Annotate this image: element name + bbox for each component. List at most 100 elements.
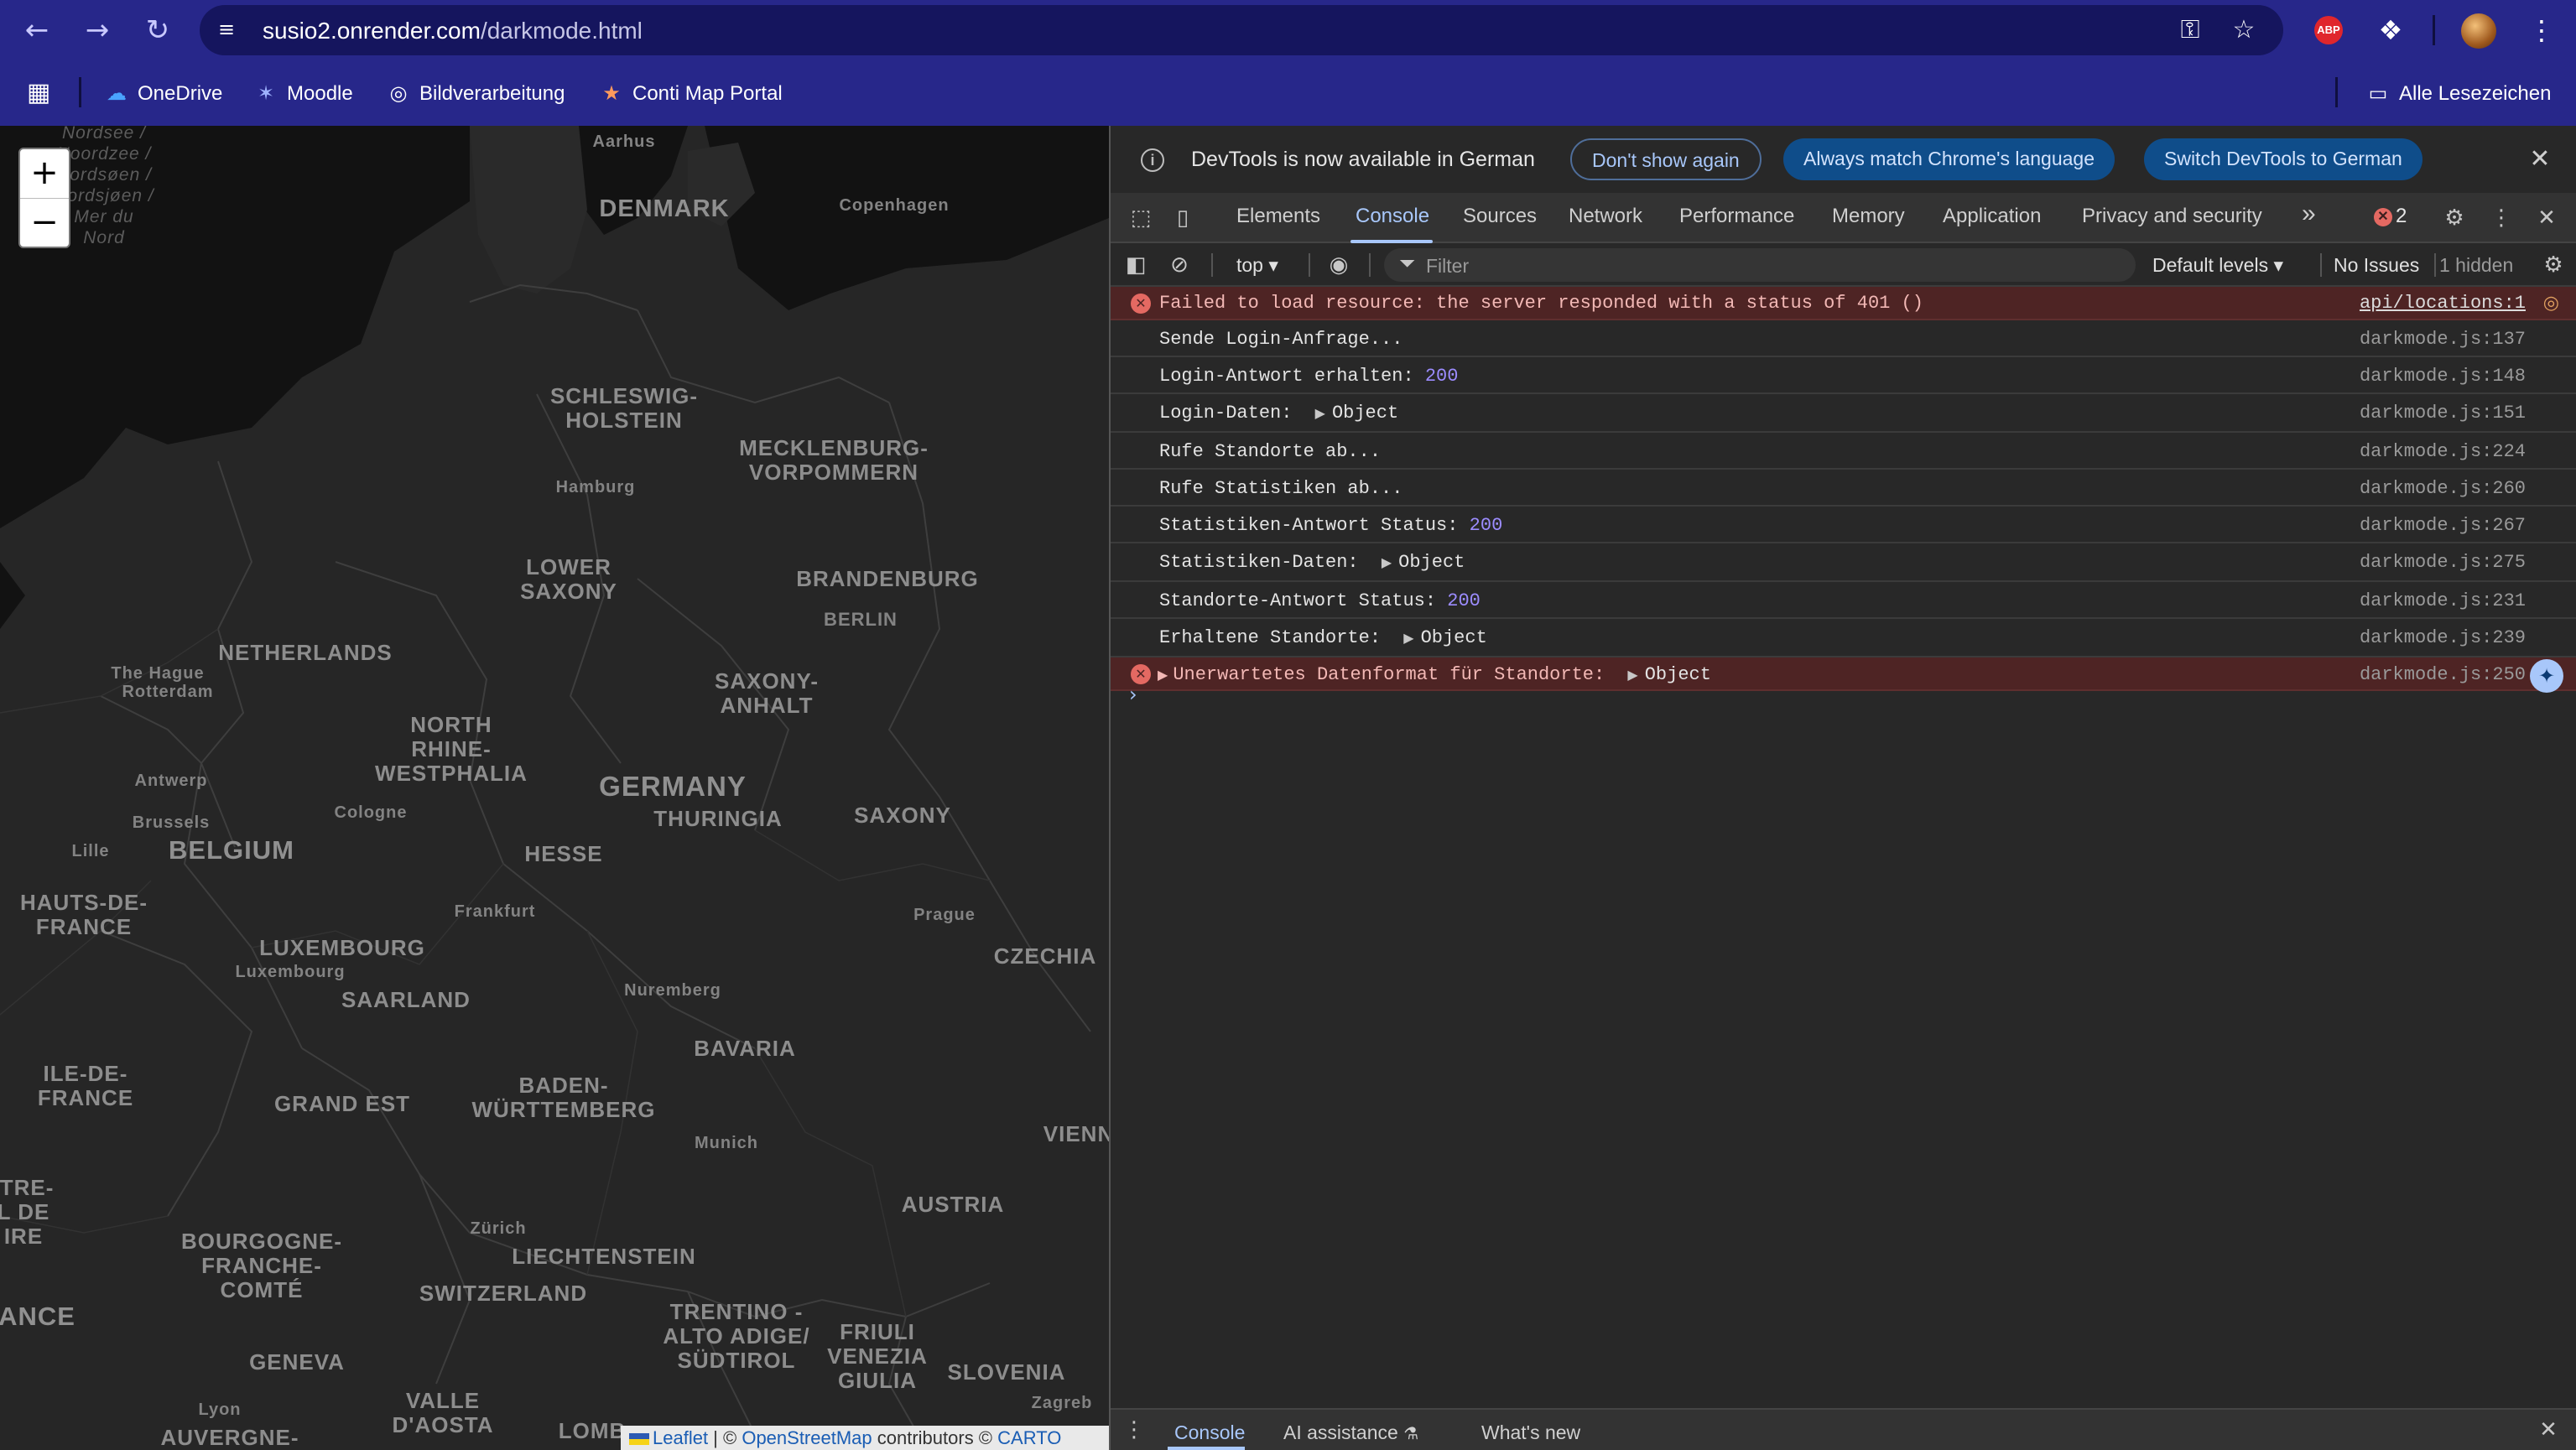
map-city-berlin: BERLIN (824, 609, 898, 630)
drawer-menu-icon[interactable]: ⋮ (1119, 1415, 1149, 1445)
reload-icon[interactable]: ↻ (139, 12, 176, 49)
context-selector[interactable]: top ▾ (1236, 254, 1278, 277)
tab-elements[interactable]: Elements (1236, 205, 1320, 228)
tab-performance[interactable]: Performance (1679, 205, 1794, 228)
console-message: ▶ Unerwartetes Datenformat für Standorte:… (1158, 664, 1711, 685)
console-row[interactable]: Erhaltene Standorte: ▶ Object darkmode.js… (1111, 619, 2576, 657)
drawer-tab-console[interactable]: Console (1174, 1421, 1245, 1444)
tab-sources[interactable]: Sources (1463, 205, 1537, 228)
dont-show-again-button[interactable]: Don't show again (1570, 138, 1762, 180)
map-label-belgium: BELGIUM (169, 835, 294, 865)
filter-placeholder: Filter (1426, 255, 1470, 277)
site-info-icon[interactable]: ≡ (218, 18, 243, 43)
network-icon[interactable]: ◎ (2543, 293, 2559, 314)
expand-triangle-icon[interactable]: ▶ (1403, 630, 1413, 646)
source-link[interactable]: darkmode.js:224 (2360, 441, 2526, 462)
issues-button[interactable]: No Issues (2334, 254, 2419, 277)
console-message: Standorte-Antwort Status: 200 (1159, 590, 1481, 611)
ai-explain-icon[interactable]: ✦ (2530, 659, 2563, 693)
more-tabs-icon[interactable]: » (2302, 200, 2316, 228)
console-row[interactable]: Statistiken-Daten: ▶ Object darkmode.js:2… (1111, 543, 2576, 582)
source-link[interactable]: darkmode.js:137 (2360, 329, 2526, 350)
all-bookmarks[interactable]: ▭ Alle Lesezeichen (2365, 79, 2552, 107)
key-icon[interactable]: ⚿ (2176, 16, 2204, 44)
attribution-separator: | © (708, 1427, 742, 1448)
map-view[interactable]: Nordsee / Noordzee / Nordsøen / Nordsjøen /… (0, 126, 1109, 1450)
back-arrow-icon[interactable]: ← (18, 12, 55, 49)
device-toolbar-icon[interactable]: ▯ (1168, 203, 1198, 233)
eye-icon[interactable]: ◉ (1324, 250, 1354, 280)
filter-input[interactable]: ⏷ Filter (1384, 248, 2136, 282)
source-link[interactable]: darkmode.js:148 (2360, 366, 2526, 387)
bookmark-moodle[interactable]: ✶ Moodle (253, 79, 353, 107)
gear-icon[interactable]: ⚙ (2439, 203, 2469, 233)
zoom-control: + − (18, 148, 70, 248)
carto-link[interactable]: CARTO (997, 1427, 1061, 1448)
star-icon[interactable]: ☆ (2230, 16, 2258, 44)
drawer-tab-ai-assistance[interactable]: AI assistance ⚗ (1283, 1421, 1418, 1444)
source-link[interactable]: darkmode.js:267 (2360, 515, 2526, 536)
expand-triangle-icon[interactable]: ▶ (1382, 554, 1392, 570)
source-link[interactable]: darkmode.js:151 (2360, 403, 2526, 424)
expand-triangle-icon[interactable]: ▶ (1158, 667, 1168, 683)
close-drawer-icon[interactable]: ✕ (2533, 1415, 2563, 1445)
source-link[interactable]: darkmode.js:275 (2360, 552, 2526, 573)
log-levels-dropdown[interactable]: Default levels ▾ (2152, 254, 2283, 277)
console-row[interactable]: ✕ ▶ Unerwartetes Datenformat für Standort… (1111, 657, 2576, 691)
profile-avatar[interactable] (2461, 13, 2496, 49)
tab-memory[interactable]: Memory (1832, 205, 1905, 228)
inspect-element-icon[interactable]: ⬚ (1126, 203, 1156, 233)
bookmark-onedrive[interactable]: ☁ OneDrive (104, 79, 222, 107)
console-row[interactable]: Rufe Standorte ab... darkmode.js:224 (1111, 433, 2576, 470)
zoom-in-button[interactable]: + (20, 149, 69, 198)
map-city-lille: Lille (71, 842, 110, 860)
adblock-icon[interactable]: ABP (2314, 16, 2343, 44)
extensions-icon[interactable]: ❖ (2372, 12, 2409, 49)
kebab-menu-icon[interactable]: ⋮ (2486, 203, 2516, 233)
drawer-tab-whats-new[interactable]: What's new (1481, 1421, 1580, 1444)
source-link[interactable]: darkmode.js:250 (2360, 664, 2526, 685)
expand-triangle-icon[interactable]: ▶ (1315, 405, 1325, 421)
url-text[interactable]: susio2.onrender.com/darkmode.html (263, 18, 643, 44)
source-link[interactable]: api/locations:1 (2360, 293, 2526, 314)
devtools-tabbar: ⬚ ▯ Elements Console Sources Network Per… (1111, 193, 2576, 243)
console-row[interactable]: Sende Login-Anfrage... darkmode.js:137 (1111, 320, 2576, 357)
leaflet-link[interactable]: Leaflet (653, 1427, 708, 1448)
console-row[interactable]: Login-Daten: ▶ Object darkmode.js:151 (1111, 394, 2576, 433)
bookmark-conti-map-portal[interactable]: ★ Conti Map Portal (599, 79, 783, 107)
close-devtools-icon[interactable]: ✕ (2532, 203, 2562, 233)
console-row[interactable]: Standorte-Antwort Status: 200 darkmode.j… (1111, 582, 2576, 619)
tab-network[interactable]: Network (1569, 205, 1642, 228)
console-row[interactable]: Statistiken-Antwort Status: 200 darkmode… (1111, 507, 2576, 543)
tab-application[interactable]: Application (1943, 205, 2041, 228)
console-row[interactable]: Login-Antwort erhalten: 200 darkmode.js:… (1111, 357, 2576, 394)
switch-to-german-button[interactable]: Switch DevTools to German (2144, 138, 2422, 180)
address-bar[interactable]: ≡ susio2.onrender.com/darkmode.html ⚿ ☆ (200, 5, 2283, 55)
source-link[interactable]: darkmode.js:231 (2360, 590, 2526, 611)
apps-grid-icon[interactable]: ▦ (27, 79, 50, 107)
clear-console-icon[interactable]: ⊘ (1164, 250, 1194, 280)
forward-arrow-icon[interactable]: → (79, 12, 116, 49)
sidebar-toggle-icon[interactable]: ◧ (1121, 250, 1151, 280)
zoom-out-button[interactable]: − (20, 199, 69, 247)
bookmark-bildverarbeitung[interactable]: ◎ Bildverarbeitung (386, 79, 565, 107)
drawer-console-underline (1168, 1447, 1245, 1450)
kebab-menu-icon[interactable]: ⋮ (2523, 12, 2560, 49)
console-settings-icon[interactable]: ⚙ (2538, 250, 2568, 280)
tab-privacy-security[interactable]: Privacy and security (2082, 205, 2262, 228)
console-row[interactable]: ✕ Failed to load resource: the server re… (1111, 287, 2576, 320)
expand-triangle-icon[interactable]: ▶ (1627, 667, 1637, 683)
console-row[interactable]: Rufe Statistiken ab... darkmode.js:260 (1111, 470, 2576, 507)
close-icon[interactable]: ✕ (2523, 143, 2557, 176)
always-match-language-button[interactable]: Always match Chrome's language (1783, 138, 2115, 180)
map-city-brussels: Brussels (132, 813, 211, 832)
source-link[interactable]: darkmode.js:239 (2360, 627, 2526, 648)
map-city-zurich: Zürich (470, 1219, 527, 1238)
tab-console[interactable]: Console (1356, 205, 1429, 228)
source-link[interactable]: darkmode.js:260 (2360, 478, 2526, 499)
map-label-austria: AUSTRIA (901, 1192, 1005, 1217)
openstreetmap-link[interactable]: OpenStreetMap (742, 1427, 872, 1448)
map-label-saxony-anhalt: SAXONY- ANHALT (714, 668, 820, 718)
console-prompt-icon[interactable]: › (1129, 683, 1137, 706)
error-count-badge[interactable]: ✕ 2 (2374, 205, 2407, 228)
